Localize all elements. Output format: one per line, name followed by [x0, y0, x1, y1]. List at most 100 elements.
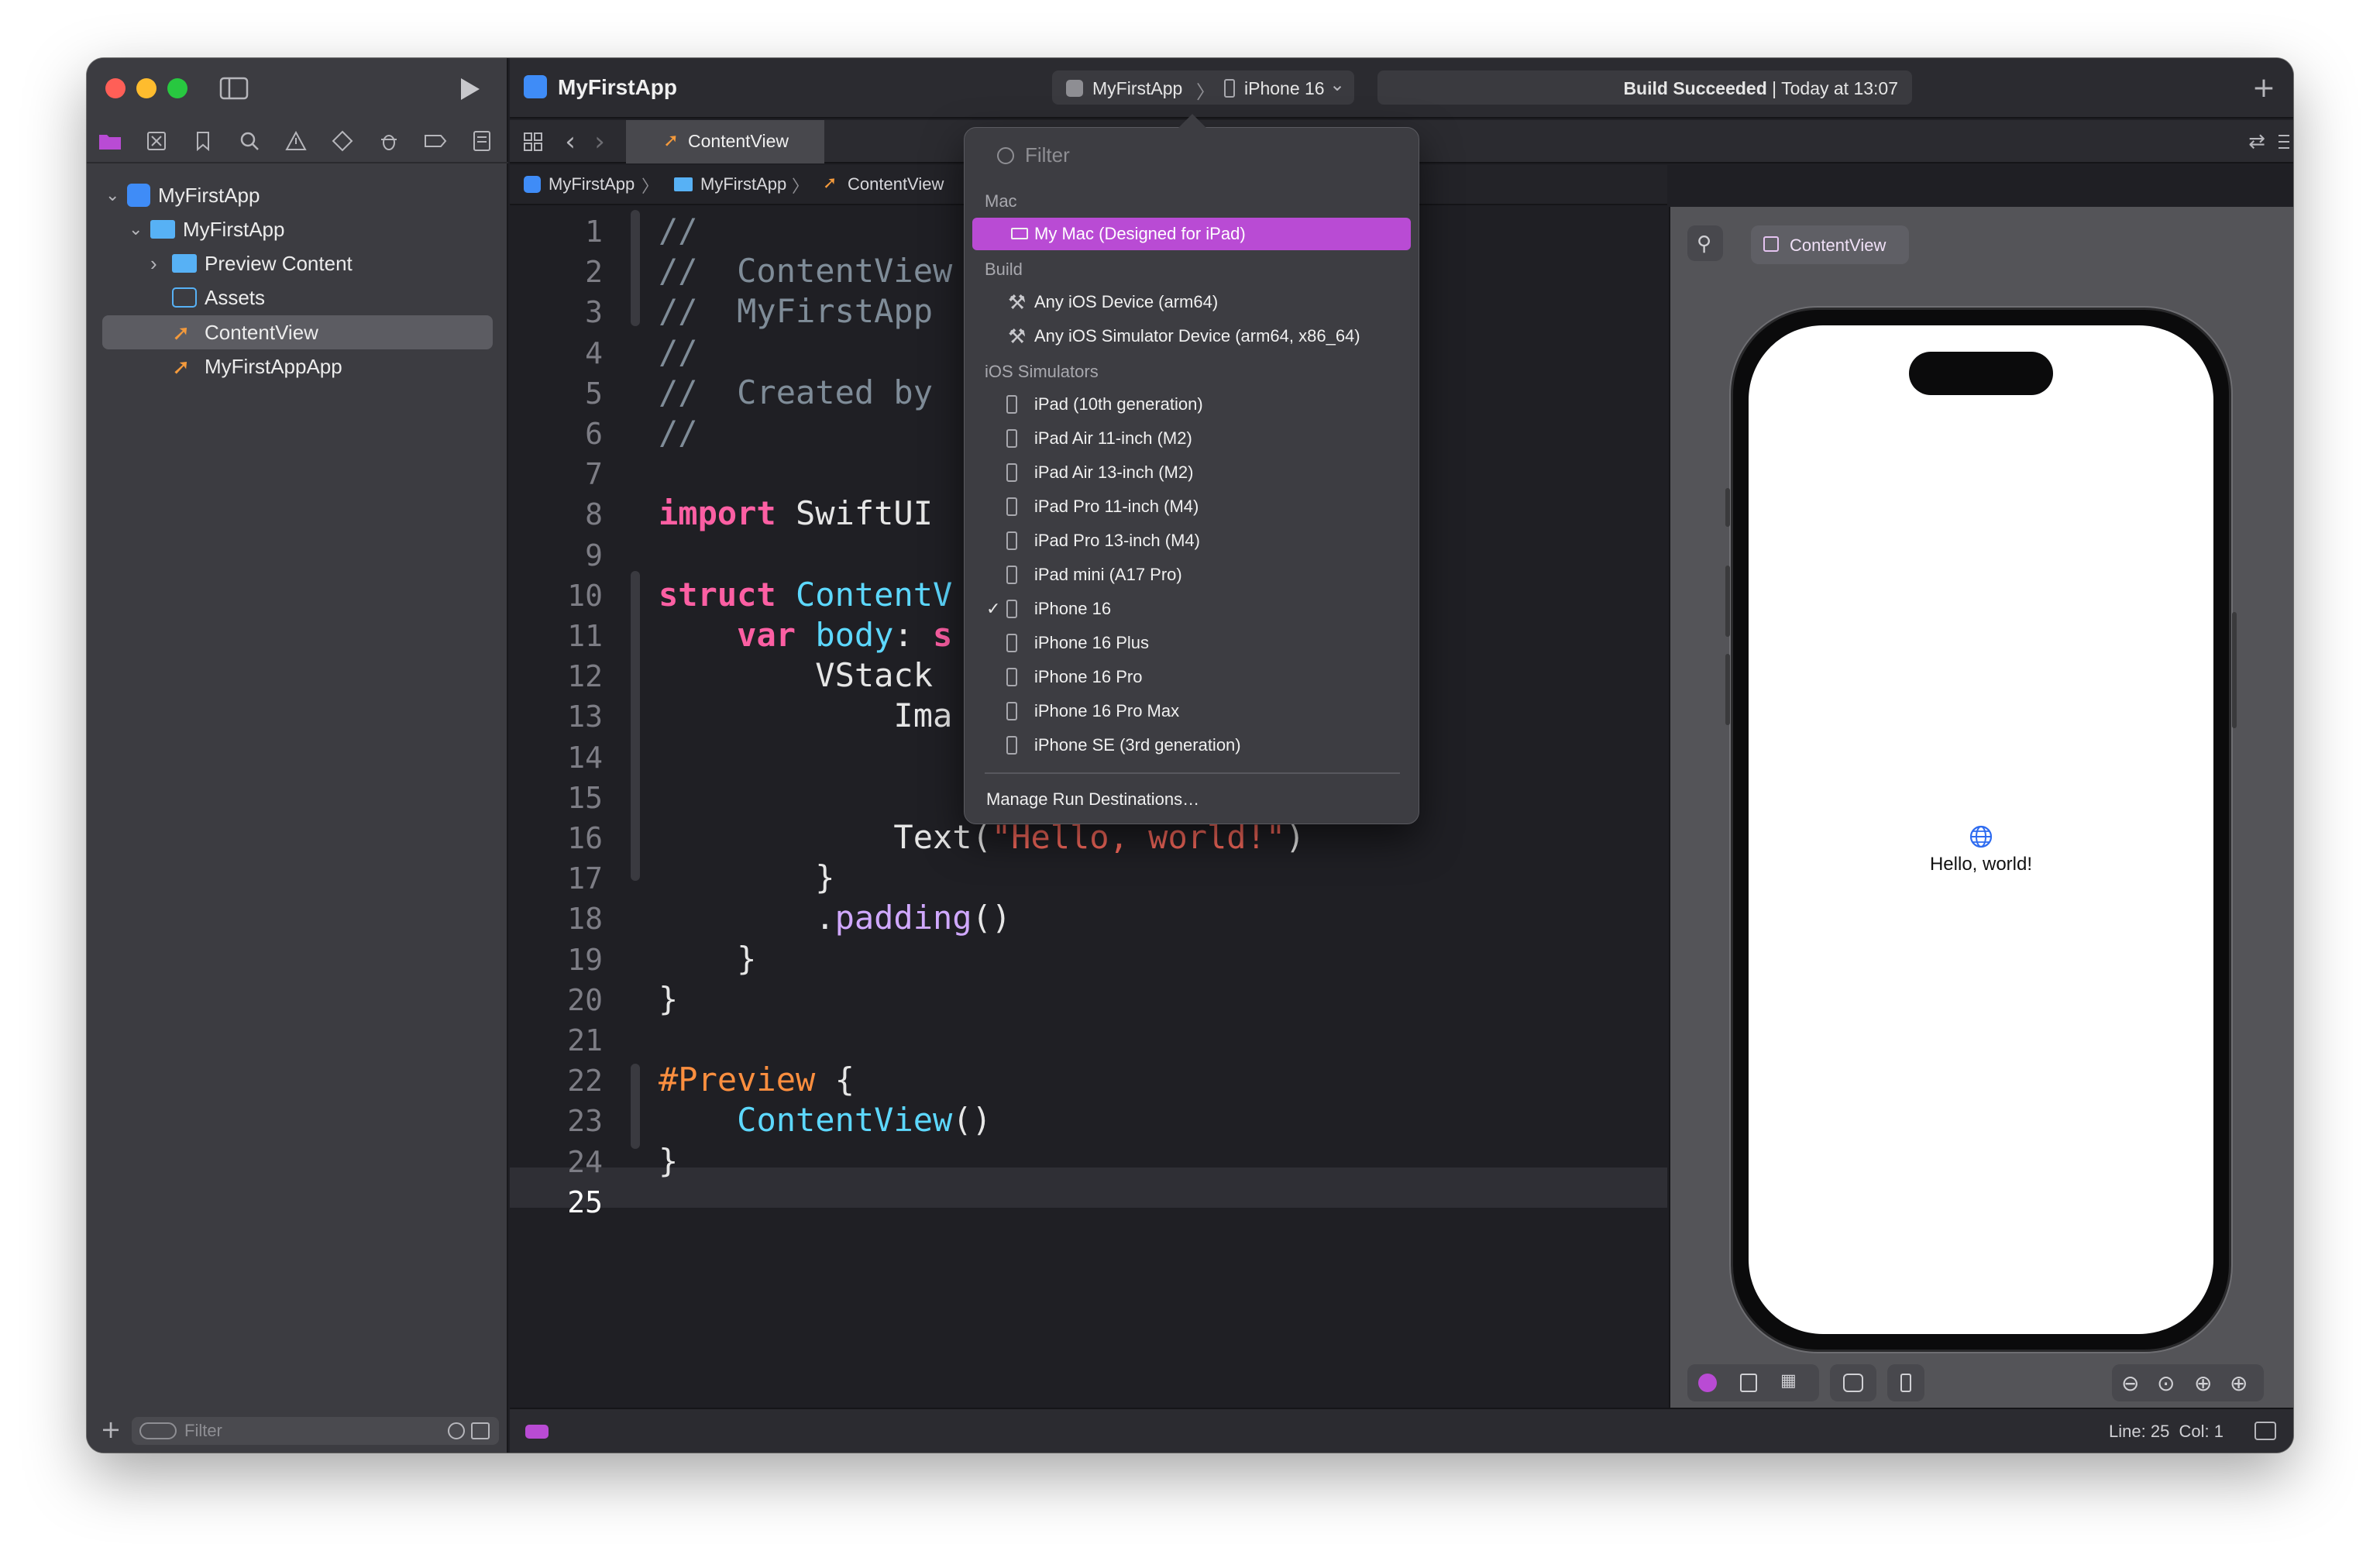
tab-contentview[interactable]: ➚ ContentView	[626, 120, 824, 163]
menu-section-build: Build	[985, 260, 1023, 279]
chevron-left-icon[interactable]: ‹	[559, 126, 581, 157]
debug-icon[interactable]	[377, 129, 401, 153]
menu-item-simulator[interactable]: iPhone 16 Plus	[972, 627, 1411, 659]
tree-item-assets[interactable]: Assets	[172, 281, 265, 314]
folder-icon[interactable]	[98, 129, 122, 153]
build-status-time: | Today at 13:07	[1766, 78, 1898, 98]
menu-item-simulator[interactable]: iPad Pro 11-inch (M4)	[972, 490, 1411, 523]
menu-item-any-simulator[interactable]: ⚒ Any iOS Simulator Device (arm64, x86_6…	[972, 320, 1411, 352]
zoom-window-button[interactable]	[167, 78, 187, 98]
menu-item-simulator[interactable]: iPad Air 13-inch (M2)	[972, 456, 1411, 489]
grid-icon[interactable]	[521, 129, 545, 154]
dynamic-island	[1909, 352, 2053, 395]
code-line: VStack	[659, 656, 933, 694]
menu-item-simulator[interactable]: iPad Air 11-inch (M2)	[972, 422, 1411, 455]
preview-selector[interactable]: ContentView	[1751, 225, 1909, 264]
jump-bar-project[interactable]: MyFirstApp	[549, 174, 635, 194]
test-icon[interactable]	[330, 129, 355, 153]
tree-item-group[interactable]: ⌄ MyFirstApp	[129, 213, 284, 246]
folder-icon	[674, 177, 693, 191]
tree-item-app[interactable]: ➚ MyFirstAppApp	[172, 350, 342, 383]
menu-item-manage-destinations[interactable]: Manage Run Destinations…	[972, 783, 1411, 816]
laptop-icon	[1011, 228, 1028, 239]
menu-item-simulator[interactable]: iPad Pro 13-inch (M4)	[972, 524, 1411, 557]
close-window-button[interactable]	[105, 78, 126, 98]
menu-item-any-ios-device[interactable]: ⚒ Any iOS Device (arm64)	[972, 286, 1411, 318]
breakpoint-icon[interactable]	[423, 129, 448, 153]
pin-button[interactable]: ⚲	[1687, 225, 1723, 261]
code-token: VStack	[659, 656, 934, 695]
jump-bar-group[interactable]: MyFirstApp	[700, 174, 786, 194]
chevron-down-icon[interactable]: ⌄	[105, 185, 124, 205]
line-number: 8	[585, 497, 603, 532]
menu-item-simulator[interactable]: iPhone 16 Pro	[972, 661, 1411, 693]
device-icon	[1006, 429, 1017, 448]
swift-file-icon: ➚	[663, 130, 679, 151]
run-icon[interactable]	[454, 74, 485, 105]
selectable-icon[interactable]	[1740, 1374, 1757, 1392]
minimize-window-button[interactable]	[136, 78, 156, 98]
menu-item-simulator[interactable]: ✓ iPhone 16	[972, 593, 1411, 625]
variants-icon[interactable]: ▦	[1780, 1370, 1797, 1391]
menu-filter-field[interactable]: Filter	[983, 139, 1402, 170]
swift-file-icon: ➚	[172, 320, 191, 345]
tree-item-preview-content[interactable]: › Preview Content	[150, 247, 353, 280]
menu-section-mac: Mac	[985, 191, 1017, 211]
line-number: 7	[585, 457, 603, 492]
editor-options-icon[interactable]	[2276, 129, 2293, 154]
code-token: }	[659, 939, 757, 978]
navigator-filter-field[interactable]: Filter	[132, 1417, 499, 1445]
chevron-right-icon[interactable]: ›	[589, 126, 610, 157]
menu-item-simulator[interactable]: iPad mini (A17 Pro)	[972, 559, 1411, 591]
xcode-project-icon	[127, 184, 150, 207]
swap-icon[interactable]: ⇄	[2244, 129, 2270, 154]
tree-item-contentview[interactable]: ➚ ContentView	[172, 316, 318, 349]
bookmark-icon[interactable]	[191, 129, 215, 153]
jump-bar-file[interactable]: ContentView	[848, 174, 944, 194]
menu-item-simulator[interactable]: iPhone SE (3rd generation)	[972, 729, 1411, 762]
code-token: :	[893, 616, 934, 654]
canvas-settings-button[interactable]	[1830, 1364, 1876, 1401]
preview-canvas: ⚲ ContentView Hello, world! ▦ ⊖ ⊙ ⊕ ⊕	[1669, 207, 2293, 1408]
chevron-right-icon[interactable]: ›	[150, 252, 169, 276]
line-number: 1	[585, 215, 603, 249]
code-line: }	[659, 858, 834, 896]
add-icon[interactable]: +	[99, 1415, 122, 1444]
code-line: var body: s	[659, 616, 952, 654]
add-icon[interactable]: +	[2248, 72, 2279, 104]
scheme-destination-selector[interactable]: MyFirstApp 〉 iPhone 16 ⌄	[1052, 70, 1354, 105]
code-token: ContentV	[796, 575, 953, 614]
separator-chevron-icon: 〉	[641, 177, 659, 196]
scope-icon[interactable]	[471, 1422, 490, 1439]
zoom-actual-icon[interactable]: ⊕	[2194, 1370, 2212, 1396]
warning-icon[interactable]	[284, 129, 308, 153]
live-preview-icon[interactable]	[1698, 1374, 1717, 1392]
code-token: Text(	[659, 818, 992, 856]
line-number: 15	[567, 780, 603, 815]
chevron-down-icon[interactable]: ⌄	[1329, 74, 1345, 96]
menu-item-simulator[interactable]: iPhone 16 Pro Max	[972, 695, 1411, 727]
code-line: // Created by	[659, 373, 933, 411]
zoom-out-icon[interactable]: ⊖	[2121, 1370, 2139, 1396]
menu-item-simulator[interactable]: iPad (10th generation)	[972, 388, 1411, 421]
report-icon[interactable]	[469, 129, 494, 153]
zoom-fit-icon[interactable]: ⊙	[2157, 1370, 2175, 1396]
debug-area-indicator[interactable]	[525, 1425, 549, 1439]
device-icon	[1006, 736, 1017, 755]
code-token: SwiftUI	[776, 494, 934, 533]
zoom-in-icon[interactable]: ⊕	[2230, 1370, 2248, 1396]
code-token: {	[815, 1061, 855, 1099]
phone-icon	[1224, 79, 1235, 98]
device-settings-button[interactable]	[1887, 1364, 1924, 1401]
sidebar-toggle-icon[interactable]	[218, 75, 249, 101]
current-line-highlight	[510, 1167, 1667, 1208]
chevron-down-icon[interactable]: ⌄	[129, 219, 147, 239]
debug-area-toggle-icon[interactable]	[2254, 1422, 2276, 1440]
line-number: 17	[567, 861, 603, 896]
clock-icon[interactable]	[448, 1422, 465, 1439]
menu-item-my-mac[interactable]: My Mac (Designed for iPad)	[972, 218, 1411, 250]
search-icon[interactable]	[237, 129, 262, 153]
source-control-icon[interactable]	[144, 129, 169, 153]
tree-item-project[interactable]: ⌄ MyFirstApp	[105, 179, 260, 211]
